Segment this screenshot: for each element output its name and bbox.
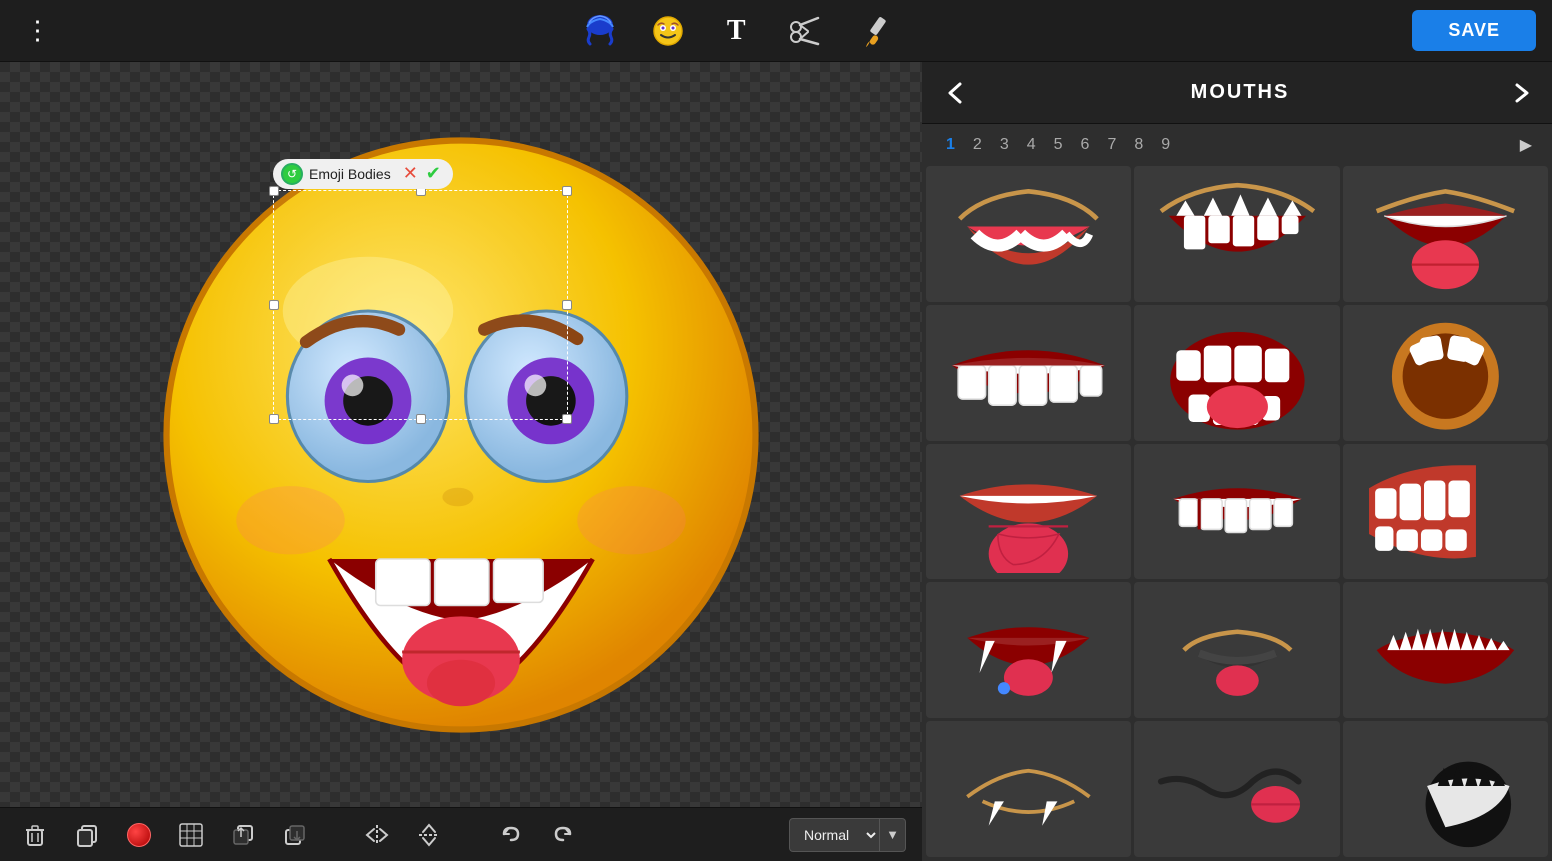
panel-title: MOUTHS [986, 81, 1494, 104]
mouth-option-2[interactable] [1134, 166, 1339, 302]
redo-icon [550, 822, 576, 848]
text-tool-button[interactable]: T [714, 9, 758, 53]
layer-label-popup: ↺ Emoji Bodies ✕ ✔ [273, 159, 453, 189]
hair-tool-button[interactable] [578, 9, 622, 53]
cut-tool-button[interactable] [782, 9, 826, 53]
mouth-option-1[interactable] [926, 166, 1131, 302]
canvas-area[interactable]: ↺ Emoji Bodies ✕ ✔ [0, 62, 922, 807]
mouth-grid [922, 162, 1552, 861]
flip-horizontal-button[interactable] [358, 816, 396, 854]
panel-header: MOUTHS [922, 62, 1552, 124]
text-icon: T [727, 15, 746, 47]
mouth-option-8[interactable] [1134, 444, 1339, 580]
page-5[interactable]: 5 [1050, 134, 1067, 156]
blend-mode-selector[interactable]: Normal Multiply Screen Overlay Darken Li… [789, 818, 906, 852]
mouth-option-12[interactable] [1343, 582, 1548, 718]
next-arrow-right[interactable]: ▶ [1520, 135, 1532, 155]
mouth-option-9[interactable] [1343, 444, 1548, 580]
mouth-option-10[interactable] [926, 582, 1131, 718]
top-tools-center: T [578, 9, 894, 53]
send-back-icon [282, 822, 308, 848]
page-3[interactable]: 3 [996, 134, 1013, 156]
top-toolbar: ⋮ [0, 0, 1552, 62]
delete-button[interactable] [16, 816, 54, 854]
next-page-button[interactable] [1510, 82, 1532, 104]
mouth-option-7[interactable] [926, 444, 1131, 580]
flip-v-icon [416, 822, 442, 848]
undo-button[interactable] [492, 816, 530, 854]
mouth-option-3[interactable] [1343, 166, 1548, 302]
emoji-container[interactable]: ↺ Emoji Bodies ✕ ✔ [121, 95, 801, 775]
texture-button[interactable] [172, 816, 210, 854]
back-arrow-icon [942, 79, 970, 107]
back-button[interactable] [942, 79, 970, 107]
face-icon [650, 13, 686, 49]
bring-forward-icon [230, 822, 256, 848]
page-6[interactable]: 6 [1077, 134, 1094, 156]
scissors-icon [786, 13, 822, 49]
mouth-option-4[interactable] [926, 305, 1131, 441]
page-4[interactable]: 4 [1023, 134, 1040, 156]
page-2[interactable]: 2 [969, 134, 986, 156]
page-numbers: 1 2 3 4 5 6 7 8 9 ▶ [922, 124, 1552, 162]
mouth-option-6[interactable] [1343, 305, 1548, 441]
bottom-toolbar: Normal Multiply Screen Overlay Darken Li… [0, 807, 922, 861]
mouth-option-5[interactable] [1134, 305, 1339, 441]
right-panel: MOUTHS 1 2 3 4 5 6 7 8 9 ▶ [922, 62, 1552, 861]
bring-forward-button[interactable] [224, 816, 262, 854]
main-content: ↺ Emoji Bodies ✕ ✔ [0, 62, 1552, 861]
emoji-circle-button[interactable] [120, 816, 158, 854]
page-1[interactable]: 1 [942, 134, 959, 156]
flip-vertical-button[interactable] [410, 816, 448, 854]
mouth-option-11[interactable] [1134, 582, 1339, 718]
mouth-option-13[interactable] [926, 721, 1131, 857]
copy-button[interactable] [68, 816, 106, 854]
mouth-option-14[interactable] [1134, 721, 1339, 857]
save-button[interactable]: SAVE [1412, 10, 1536, 51]
page-9[interactable]: 9 [1157, 134, 1174, 156]
hair-icon [582, 13, 618, 49]
mouth-option-15[interactable] [1343, 721, 1548, 857]
flip-h-icon [364, 822, 390, 848]
label-confirm-button[interactable]: ✔ [426, 163, 441, 184]
emoji-face [151, 125, 771, 745]
send-back-button[interactable] [276, 816, 314, 854]
layer-label-text: Emoji Bodies [309, 166, 391, 182]
redo-button[interactable] [544, 816, 582, 854]
texture-icon [178, 822, 204, 848]
blend-mode-arrow[interactable]: ▼ [880, 818, 906, 852]
paint-tool-button[interactable] [850, 9, 894, 53]
copy-icon [74, 822, 100, 848]
next-arrow-icon [1510, 82, 1532, 104]
label-cancel-button[interactable]: ✕ [403, 163, 418, 184]
blend-mode-select[interactable]: Normal Multiply Screen Overlay Darken Li… [789, 818, 880, 852]
face-tool-button[interactable] [646, 9, 690, 53]
paintbrush-icon [854, 13, 890, 49]
layer-icon: ↺ [281, 163, 303, 185]
page-8[interactable]: 8 [1130, 134, 1147, 156]
menu-button[interactable]: ⋮ [16, 9, 60, 53]
trash-icon [22, 822, 48, 848]
page-7[interactable]: 7 [1103, 134, 1120, 156]
undo-icon [498, 822, 524, 848]
